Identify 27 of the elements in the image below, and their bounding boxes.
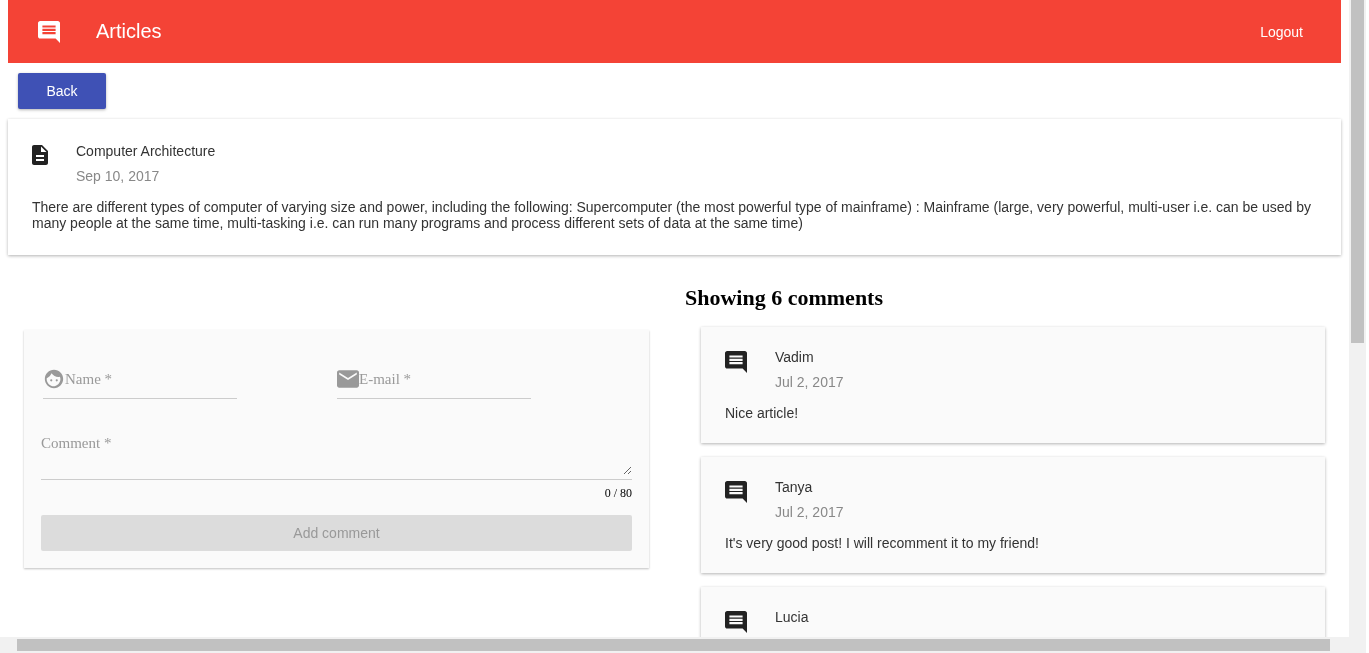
comments-heading: Showing 6 comments [685,285,883,311]
article-text: There are different types of computer of varying size and power, including the following: Supercomputer (the most powerful type of mainframe) : Mainframe (large, very powerful, multi-user i.e. can be used by many people at the same time, multi-tasking i.e. can run many programs and process different sets of data at the same time) [32,199,1313,231]
comment-text: Nice article! [725,405,800,421]
article-date: Sep 10, 2017 [76,168,161,184]
logout-button[interactable]: Logout [1252,17,1311,46]
comment-text: It's very good post! I will recomment it to my friend! [725,535,1040,551]
comment-date: Jul 2, 2017 [775,374,844,390]
article-title: Computer Architecture [76,142,216,159]
name-field[interactable]: Name * [43,368,237,399]
chat-icon [725,481,747,503]
app-title: Articles [96,20,163,43]
comment-field[interactable]: Comment * [41,435,632,480]
comment-author: Lucia [775,608,809,625]
chat-icon [38,20,60,43]
comment-date: Jul 2, 2017 [775,504,844,520]
back-button[interactable]: Back [18,73,106,109]
chat-icon [725,351,747,373]
vertical-scrollbar[interactable] [1349,0,1366,637]
document-icon [32,145,48,165]
mail-icon [337,368,359,399]
email-field[interactable]: E-mail * [337,368,531,399]
horizontal-scrollbar[interactable] [0,637,1366,653]
comment-author: Tanya [775,478,814,495]
chat-icon [725,611,747,633]
comment-author: Vadim [775,348,815,365]
face-icon [43,368,65,399]
character-counter: 0 / 80 [603,486,632,501]
